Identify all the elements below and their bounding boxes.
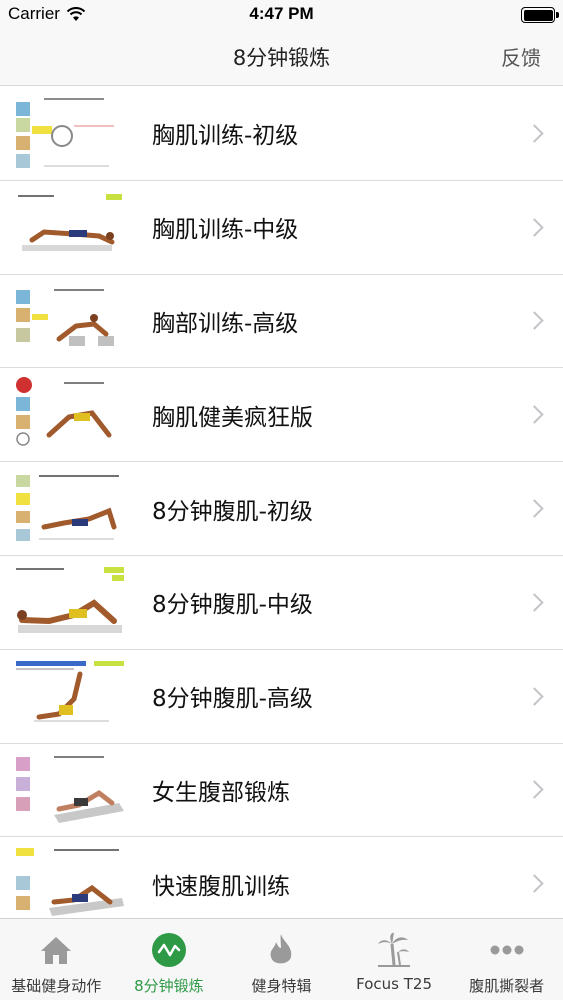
workout-thumbnail: [14, 564, 126, 640]
list-item-label: 胸部训练-高级: [152, 310, 299, 337]
chevron-right-icon: [525, 124, 544, 143]
feedback-button[interactable]: 反馈: [501, 42, 541, 71]
status-bar: Carrier 4:47 PM: [0, 0, 563, 30]
list-item[interactable]: 女生腹部锻炼: [0, 743, 563, 838]
tab-fitness-special[interactable]: 健身特辑: [225, 919, 338, 1000]
tab-label: 基础健身动作: [11, 977, 102, 995]
battery-icon: [521, 7, 559, 23]
tab-8-minute-workout[interactable]: 8分钟锻炼: [113, 919, 226, 1000]
workout-thumbnail: [14, 283, 126, 359]
chevron-right-icon: [525, 311, 544, 331]
page-title: 8分钟锻炼: [232, 46, 331, 70]
tab-ab-ripper[interactable]: 腹肌撕裂者: [450, 919, 563, 1000]
pulse-icon: [150, 931, 188, 969]
list-item[interactable]: 胸部训练-高级: [0, 274, 563, 369]
list-item[interactable]: 胸肌健美疯狂版: [0, 368, 563, 463]
workout-thumbnail: [14, 658, 126, 734]
workout-thumbnail: [14, 96, 126, 171]
workout-thumbnail: [14, 846, 126, 918]
list-item-label: 胸肌健美疯狂版: [152, 404, 313, 431]
workout-thumbnail: [14, 752, 126, 828]
workout-thumbnail: [14, 471, 126, 547]
chevron-right-icon: [525, 593, 544, 612]
workout-thumbnail: [14, 189, 126, 265]
chevron-right-icon: [525, 874, 544, 893]
list-item[interactable]: 快速腹肌训练: [0, 837, 563, 918]
palm-tree-icon: [375, 931, 413, 969]
tab-bar: 基础健身动作 8分钟锻炼 健身特辑 Focus T25 腹肌撕裂者: [0, 918, 563, 1000]
list-item-label: 8分钟腹肌-初级: [152, 498, 313, 525]
list-item[interactable]: 8分钟腹肌-初级: [0, 462, 563, 556]
tab-label: Focus T25: [356, 975, 432, 993]
list-item[interactable]: 胸肌训练-中级: [0, 180, 563, 275]
status-time: 4:47 PM: [249, 4, 314, 23]
tab-focus-t25[interactable]: Focus T25: [338, 919, 451, 1000]
list-item-label: 女生腹部锻炼: [152, 779, 290, 806]
tab-label: 8分钟锻炼: [134, 977, 204, 995]
flame-icon: [262, 931, 300, 969]
list-item-label: 8分钟腹肌-高级: [152, 686, 313, 713]
list-item-label: 快速腹肌训练: [152, 873, 290, 900]
chevron-right-icon: [525, 499, 544, 518]
list-item[interactable]: 胸肌训练-初级: [0, 87, 563, 181]
list-item-label: 胸肌训练-中级: [152, 217, 299, 244]
list-item[interactable]: 8分钟腹肌-中级: [0, 555, 563, 650]
workout-thumbnail: [14, 377, 126, 453]
chevron-right-icon: [525, 686, 544, 706]
chevron-right-icon: [525, 405, 544, 424]
list-item-label: 胸肌训练-初级: [152, 123, 299, 150]
tab-label: 健身特辑: [251, 977, 312, 995]
tab-basic-fitness[interactable]: 基础健身动作: [0, 919, 113, 1000]
list-item[interactable]: 8分钟腹肌-高级: [0, 649, 563, 744]
house-icon: [37, 931, 75, 969]
list-item-label: 8分钟腹肌-中级: [152, 592, 313, 619]
more-dots-icon: [488, 931, 526, 969]
workout-list: 胸肌训练-初级 胸肌训练-中级 胸部训练-高级 胸肌健美疯狂版 8分钟腹肌-初级…: [0, 87, 563, 918]
navigation-bar: 8分钟锻炼 反馈: [0, 30, 563, 86]
chevron-right-icon: [525, 780, 544, 800]
tab-label: 腹肌撕裂者: [469, 977, 545, 995]
chevron-right-icon: [525, 217, 544, 237]
